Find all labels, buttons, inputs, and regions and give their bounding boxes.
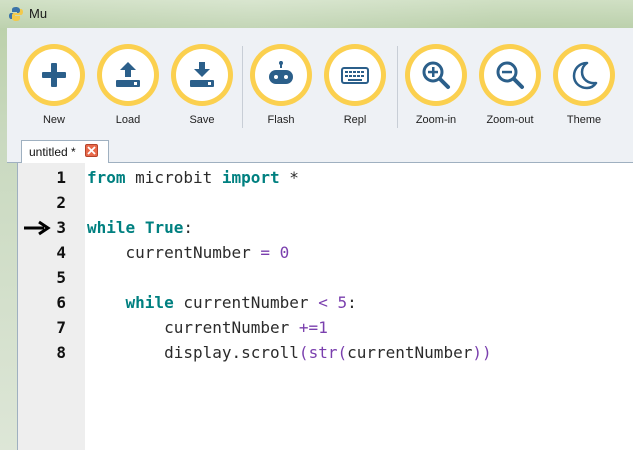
title-bar: Mu (0, 0, 633, 28)
moon-icon (572, 61, 598, 90)
code-line-4: currentNumber = 0 (87, 243, 290, 262)
zoom-in-button-ring (405, 44, 467, 106)
keyboard-icon (341, 67, 369, 84)
zoom-in-button[interactable]: Zoom-in (404, 44, 468, 140)
save-button[interactable]: Save (170, 44, 234, 140)
load-button[interactable]: Load (96, 44, 160, 140)
close-icon (87, 146, 96, 155)
flash-button-label: Flash (267, 114, 295, 126)
line-number: 8 (56, 343, 66, 362)
theme-button-ring (553, 44, 615, 106)
zoom-out-icon (496, 61, 524, 89)
code-line-6: while currentNumber < 5: (87, 293, 357, 312)
new-button-label: New (42, 114, 65, 126)
code-line-8: display.scroll(str(currentNumber)) (87, 343, 492, 362)
repl-button-label: Repl (343, 114, 367, 126)
tab-close-button[interactable] (85, 144, 98, 157)
flash-button-ring (250, 44, 312, 106)
line-number: 1 (56, 168, 66, 187)
new-button-ring (23, 44, 85, 106)
download-icon (190, 62, 214, 87)
zoom-out-button-label: Zoom-out (486, 114, 534, 126)
tab-untitled[interactable]: untitled * (21, 140, 109, 163)
line-number: 7 (56, 318, 66, 337)
line-number: 6 (56, 293, 66, 312)
code-line-1: from microbit import * (87, 168, 299, 187)
code-line-7: currentNumber +=1 (87, 318, 328, 337)
zoom-out-button[interactable]: Zoom-out (478, 44, 542, 140)
tab-label: untitled * (29, 145, 76, 159)
microbit-icon (269, 61, 293, 84)
save-button-ring (171, 44, 233, 106)
zoom-in-icon (422, 61, 450, 89)
line-number: 5 (56, 268, 66, 287)
code-line-3: while True: (87, 218, 193, 237)
save-button-label: Save (189, 114, 215, 126)
window-title: Mu (29, 6, 48, 21)
load-button-label: Load (115, 114, 141, 126)
flash-button[interactable]: Flash (249, 44, 313, 140)
line-number: 2 (56, 193, 66, 212)
upload-icon (116, 62, 140, 87)
load-button-ring (97, 44, 159, 106)
current-line-arrow-icon (24, 220, 51, 236)
theme-button[interactable]: Theme (552, 44, 616, 140)
zoom-out-button-ring (479, 44, 541, 106)
zoom-in-button-label: Zoom-in (415, 114, 457, 126)
tab-bar: untitled * (7, 138, 633, 163)
line-number: 4 (56, 243, 66, 262)
plus-icon (42, 63, 66, 87)
new-button[interactable]: New (22, 44, 86, 140)
repl-button-ring (324, 44, 386, 106)
toolbar: New Load Save Flash Repl Zoom-in Zoom-ou… (7, 28, 633, 138)
repl-button[interactable]: Repl (323, 44, 387, 140)
theme-button-label: Theme (566, 114, 602, 126)
python-app-icon (9, 7, 23, 21)
